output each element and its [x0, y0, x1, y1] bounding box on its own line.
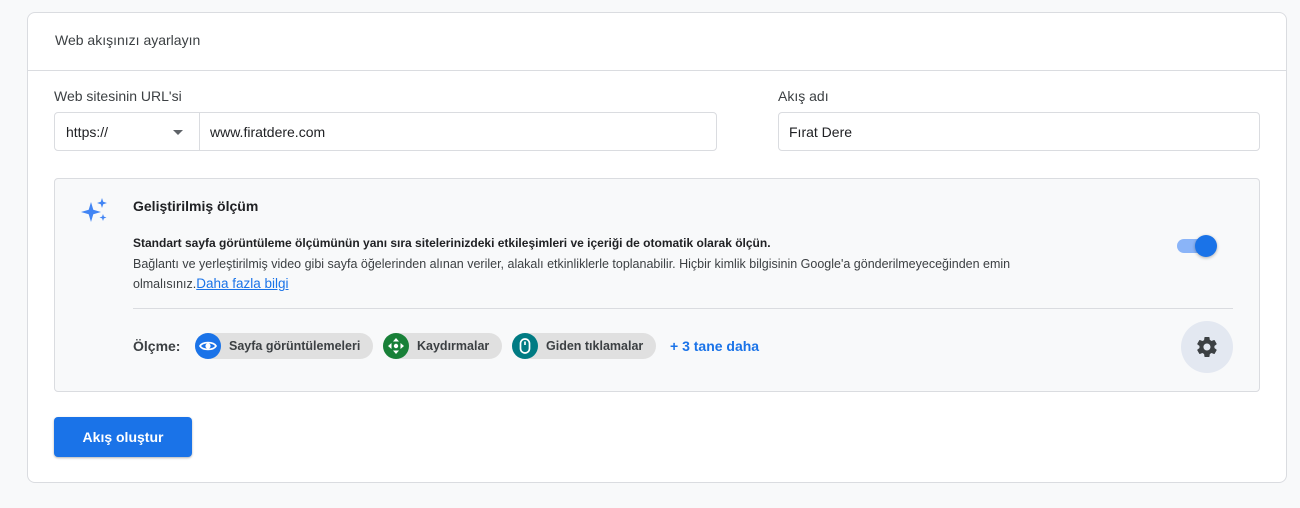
- enhanced-measurement-description: Bağlantı ve yerleştirilmiş video gibi sa…: [133, 254, 1093, 294]
- divider: [133, 308, 1233, 309]
- settings-button[interactable]: [1181, 321, 1233, 373]
- scroll-icon: [383, 333, 409, 359]
- measuring-label: Ölçme:: [133, 338, 181, 354]
- chip-outbound-clicks: Giden tıklamalar: [512, 333, 657, 359]
- stream-name-input[interactable]: [778, 112, 1260, 151]
- chip-label: Kaydırmalar: [417, 339, 490, 353]
- enhanced-measurement-toggle[interactable]: [1177, 235, 1217, 257]
- enhanced-measurement-title: Geliştirilmiş ölçüm: [133, 198, 259, 214]
- enhanced-measurement-panel: Geliştirilmiş ölçüm Standart sayfa görün…: [54, 178, 1260, 392]
- learn-more-link[interactable]: Daha fazla bilgi: [196, 276, 288, 291]
- toggle-knob: [1195, 235, 1217, 257]
- stream-name-label: Akış adı: [778, 88, 829, 104]
- gear-icon: [1197, 337, 1217, 358]
- url-input[interactable]: [199, 112, 717, 151]
- protocol-select[interactable]: https://: [54, 112, 200, 151]
- sparkle-icon: [81, 198, 107, 222]
- eye-icon: [195, 333, 221, 359]
- chevron-down-icon: [173, 130, 183, 135]
- enhanced-measurement-summary: Standart sayfa görüntüleme ölçümünün yan…: [133, 236, 771, 250]
- create-stream-button[interactable]: Akış oluştur: [54, 417, 192, 457]
- chip-label: Sayfa görüntülemeleri: [229, 339, 361, 353]
- chip-page-views: Sayfa görüntülemeleri: [195, 333, 374, 359]
- chip-scrolls: Kaydırmalar: [383, 333, 503, 359]
- web-stream-setup-card: Web akışınızı ayarlayın Web sitesinin UR…: [27, 12, 1287, 483]
- url-label: Web sitesinin URL'si: [54, 88, 182, 104]
- card-title: Web akışınızı ayarlayın: [28, 13, 1286, 71]
- mouse-icon: [512, 333, 538, 359]
- protocol-value: https://: [66, 124, 109, 140]
- more-measurements-link[interactable]: + 3 tane daha: [670, 338, 759, 354]
- chip-label: Giden tıklamalar: [546, 339, 644, 353]
